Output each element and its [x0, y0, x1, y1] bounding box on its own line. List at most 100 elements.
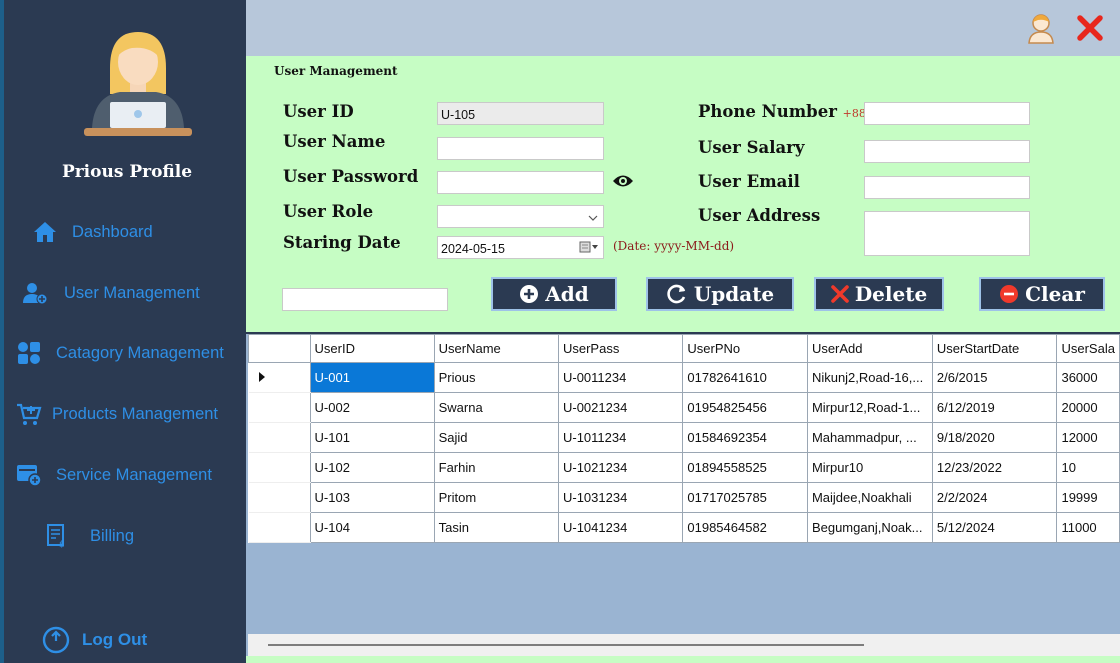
table-cell[interactable]: U-0021234: [557, 392, 684, 423]
table-cell[interactable]: 01894558525: [682, 452, 808, 483]
table-cell[interactable]: 2/6/2015: [931, 362, 1058, 393]
eye-icon[interactable]: [612, 173, 634, 194]
close-icon[interactable]: [1076, 14, 1104, 47]
user-role-select[interactable]: [437, 205, 604, 228]
plus-circle-icon: [519, 284, 539, 304]
table-cell[interactable]: U-001: [309, 362, 435, 393]
table-cell[interactable]: 20000: [1056, 392, 1120, 423]
table-cell[interactable]: Pritom: [433, 482, 559, 513]
row-header[interactable]: [248, 452, 311, 483]
column-header[interactable]: UserAdd: [806, 334, 933, 363]
table-cell[interactable]: U-104: [309, 512, 435, 543]
address-field[interactable]: [864, 211, 1030, 256]
table-cell[interactable]: 01985464582: [682, 512, 808, 543]
clear-button[interactable]: Clear: [979, 277, 1105, 311]
table-cell[interactable]: Sajid: [433, 422, 559, 453]
table-cell[interactable]: 9/18/2020: [931, 422, 1058, 453]
row-header[interactable]: [248, 422, 311, 453]
table-row[interactable]: U-104 Tasin U-1041234 01985464582 Begumg…: [248, 512, 1120, 543]
table-cell[interactable]: Prious: [433, 362, 559, 393]
update-button[interactable]: Update: [646, 277, 794, 311]
add-button[interactable]: Add: [491, 277, 617, 311]
sidebar-item-label: Catagory Management: [56, 343, 224, 362]
table-cell[interactable]: Begumganj,Noak...: [806, 512, 933, 543]
table-cell[interactable]: Farhin: [433, 452, 559, 483]
scrollbar-thumb[interactable]: [268, 644, 864, 646]
table-cell[interactable]: Mahammadpur, ...: [806, 422, 933, 453]
table-cell[interactable]: U-002: [309, 392, 435, 423]
table-cell[interactable]: U-102: [309, 452, 435, 483]
user-id-field[interactable]: U-105: [437, 102, 604, 125]
email-field[interactable]: [864, 176, 1030, 199]
phone-field[interactable]: [864, 102, 1030, 125]
start-date-picker[interactable]: 2024-05-15: [437, 236, 604, 259]
chevron-down-icon: [588, 211, 598, 225]
user-role-label: User Role: [283, 202, 374, 221]
table-cell[interactable]: Swarna: [433, 392, 559, 423]
table-cell[interactable]: U-1031234: [557, 482, 684, 513]
sidebar-item-label: Dashboard: [72, 222, 153, 241]
table-cell[interactable]: Mirpur10: [806, 452, 933, 483]
user-password-field[interactable]: [437, 171, 604, 194]
table-cell[interactable]: Maijdee,Noakhali: [806, 482, 933, 513]
minus-circle-icon: [999, 284, 1019, 304]
sidebar-item-dashboard[interactable]: Dashboard: [32, 220, 153, 244]
user-name-field[interactable]: [437, 137, 604, 160]
home-icon: [32, 220, 58, 244]
table-cell[interactable]: 2/2/2024: [931, 482, 1058, 513]
table-cell[interactable]: 36000: [1056, 362, 1120, 393]
salary-field[interactable]: [864, 140, 1030, 163]
table-row[interactable]: U-002 Swarna U-0021234 01954825456 Mirpu…: [248, 392, 1120, 423]
profile-name: Prious Profile: [61, 162, 193, 182]
sidebar-item-billing[interactable]: $ Billing: [44, 524, 134, 548]
table-cell[interactable]: 01782641610: [682, 362, 808, 393]
sidebar-item-products-management[interactable]: Products Management: [16, 402, 218, 426]
table-cell[interactable]: Mirpur12,Road-1...: [806, 392, 933, 423]
table-cell[interactable]: 11000: [1056, 512, 1120, 543]
table-cell[interactable]: Tasin: [433, 512, 559, 543]
column-header[interactable]: UserStartDate: [931, 334, 1058, 363]
table-cell[interactable]: 01954825456: [682, 392, 808, 423]
table-row[interactable]: U-101 Sajid U-1011234 01584692354 Mahamm…: [248, 422, 1120, 453]
table-cell[interactable]: U-1021234: [557, 452, 684, 483]
table-row[interactable]: U-102 Farhin U-1021234 01894558525 Mirpu…: [248, 452, 1120, 483]
delete-button[interactable]: Delete: [814, 277, 944, 311]
column-header[interactable]: UserPNo: [682, 334, 808, 363]
column-header[interactable]: UserName: [433, 334, 559, 363]
profile-icon[interactable]: [1026, 12, 1056, 49]
row-header[interactable]: [248, 362, 311, 393]
email-label: User Email: [698, 172, 800, 191]
table-cell[interactable]: 12/23/2022: [931, 452, 1058, 483]
users-table: UserID UserName UserPass UserPNo UserAdd…: [248, 334, 1120, 543]
table-cell[interactable]: U-1011234: [557, 422, 684, 453]
sidebar-item-service-management[interactable]: Service Management: [16, 463, 212, 487]
row-header[interactable]: [248, 392, 311, 423]
table-cell[interactable]: 19999: [1056, 482, 1120, 513]
column-header[interactable]: UserID: [309, 334, 435, 363]
table-cell[interactable]: 6/12/2019: [931, 392, 1058, 423]
table-cell[interactable]: 12000: [1056, 422, 1120, 453]
search-field[interactable]: [282, 288, 448, 311]
table-cell[interactable]: Nikunj2,Road-16,...: [806, 362, 933, 393]
table-cell[interactable]: U-101: [309, 422, 435, 453]
sidebar-item-user-management[interactable]: User Management: [22, 281, 200, 305]
salary-label: User Salary: [698, 138, 805, 157]
table-row[interactable]: U-001 Prious U-0011234 01782641610 Nikun…: [248, 362, 1120, 393]
form-title: User Management: [274, 64, 398, 78]
table-cell[interactable]: U-103: [309, 482, 435, 513]
table-row[interactable]: U-103 Pritom U-1031234 01717025785 Maijd…: [248, 482, 1120, 513]
table-cell[interactable]: 01584692354: [682, 422, 808, 453]
table-cell[interactable]: 01717025785: [682, 482, 808, 513]
sidebar-item-category-management[interactable]: Catagory Management: [16, 341, 224, 365]
table-cell[interactable]: 5/12/2024: [931, 512, 1058, 543]
table-cell[interactable]: U-0011234: [557, 362, 684, 393]
table-cell[interactable]: U-1041234: [557, 512, 684, 543]
column-header[interactable]: UserPass: [557, 334, 684, 363]
horizontal-scrollbar[interactable]: [248, 634, 1120, 656]
row-header[interactable]: [248, 512, 311, 543]
column-header[interactable]: UserSala: [1056, 334, 1120, 363]
table-cell[interactable]: 10: [1056, 452, 1120, 483]
row-header[interactable]: [248, 482, 311, 513]
row-header-corner: [248, 334, 311, 363]
logout-button[interactable]: Log Out: [42, 626, 147, 654]
